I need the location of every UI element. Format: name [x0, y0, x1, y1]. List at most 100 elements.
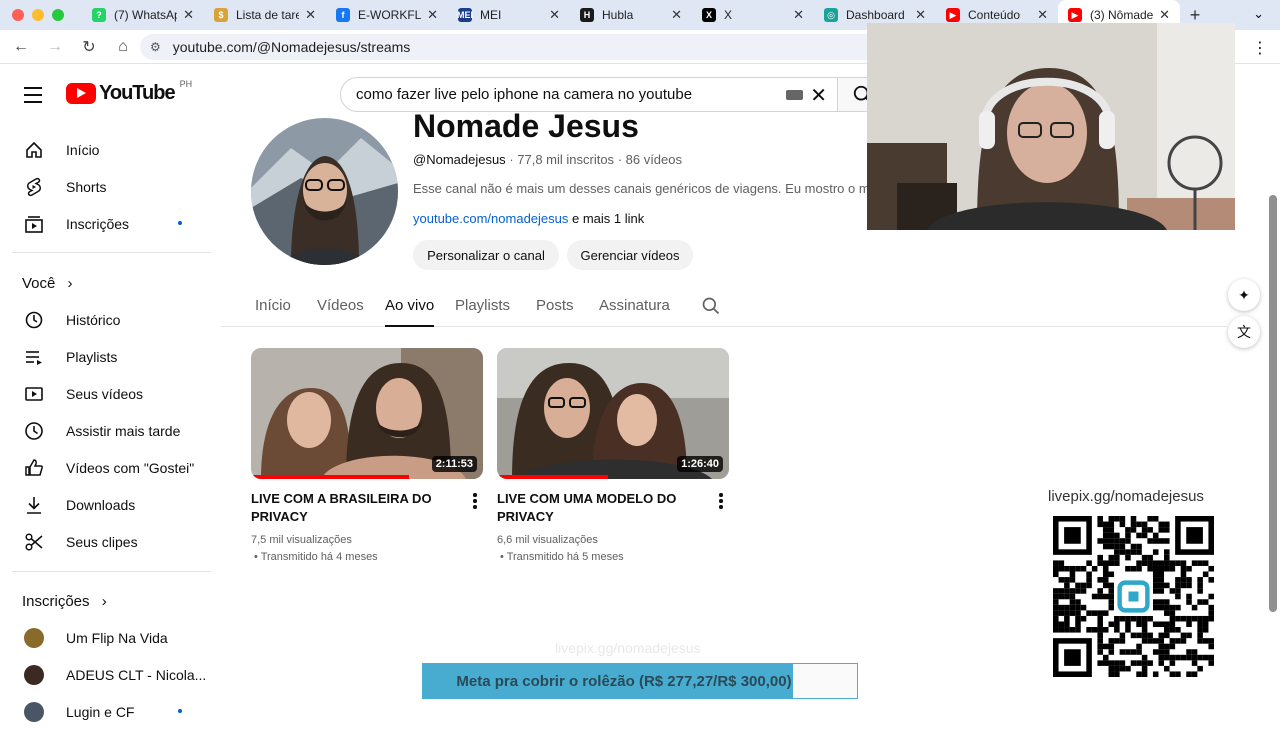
subscription-item[interactable]: ADEUS CLT - Nicola...: [0, 656, 212, 693]
browser-tab[interactable]: f E-WORKFLOW ✕: [326, 0, 448, 30]
video-views: 7,5 mil visualizações: [251, 534, 352, 546]
sidebar-item[interactable]: Início: [0, 131, 212, 168]
subscriber-count: · 77,8 mil inscritos: [509, 152, 615, 167]
subscription-label: Um Flip Na Vida: [66, 629, 168, 646]
browser-tab[interactable]: MEI MEI ✕: [448, 0, 570, 30]
channel-tab[interactable]: Posts: [536, 288, 574, 327]
sidebar-item[interactable]: Shorts: [0, 168, 212, 205]
close-tab-icon[interactable]: ✕: [671, 7, 682, 23]
channel-tab[interactable]: Início: [255, 288, 291, 327]
video-count: · 86 vídeos: [617, 152, 683, 167]
watch-later-icon: [24, 421, 44, 441]
channel-link[interactable]: youtube.com/nomadejesus: [413, 211, 568, 226]
subscriptions-section-heading[interactable]: Inscrições ›: [22, 593, 107, 610]
close-tab-icon[interactable]: ✕: [915, 7, 926, 23]
chevron-right-icon: ›: [101, 593, 107, 610]
browser-tab[interactable]: H Hubla ✕: [570, 0, 692, 30]
channel-meta: @Nomadejesus · 77,8 mil inscritos · 86 v…: [413, 152, 682, 167]
channel-description[interactable]: Esse canal não é mais um desses canais g…: [413, 181, 868, 196]
scrollbar-thumb[interactable]: [1269, 195, 1277, 612]
video-thumbnail[interactable]: 1:26:40: [497, 348, 729, 479]
channel-avatar-small: [24, 701, 44, 722]
sidebar-item-label: Seus vídeos: [66, 385, 144, 402]
keyboard-icon[interactable]: [786, 90, 803, 100]
close-tab-icon[interactable]: ✕: [793, 7, 804, 23]
tab-favicon-icon: ◎: [824, 8, 838, 22]
sidebar-divider: [12, 252, 211, 253]
video-more-options-icon[interactable]: [719, 493, 723, 511]
close-tab-icon[interactable]: ✕: [549, 7, 560, 23]
browser-tab[interactable]: X X ✕: [692, 0, 814, 30]
sidebar-item[interactable]: Seus vídeos: [0, 375, 212, 412]
search-query-text: como fazer live pelo iphone na camera no…: [356, 86, 693, 103]
subscription-label: ADEUS CLT - Nicola...: [66, 666, 207, 683]
browser-menu-icon[interactable]: ⋮: [1252, 38, 1268, 58]
subscription-item[interactable]: Um Flip Na Vida: [0, 619, 212, 656]
video-title[interactable]: LIVE COM A BRASILEIRA DO PRIVACY: [251, 490, 446, 526]
ai-sparkle-icon[interactable]: ✦: [1228, 279, 1260, 311]
subscriptions-heading-label: Inscrições: [22, 593, 90, 610]
sidebar-item[interactable]: Vídeos com "Gostei": [0, 449, 212, 486]
history-icon: [24, 310, 44, 330]
webcam-image: [867, 23, 1235, 230]
channel-avatar-small: [24, 664, 44, 685]
channel-tab[interactable]: Assinatura: [599, 288, 670, 327]
channel-search-icon[interactable]: [701, 296, 721, 316]
video-more-options-icon[interactable]: [473, 493, 477, 511]
sidebar-item[interactable]: Assistir mais tarde: [0, 412, 212, 449]
channel-name: Nomade Jesus: [413, 108, 639, 144]
tab-title: E-WORKFLOW: [358, 8, 422, 22]
tab-title: MEI: [480, 8, 502, 22]
sidebar-item[interactable]: Histórico: [0, 301, 212, 338]
sidebar-item-label: Seus clipes: [66, 533, 138, 550]
video-age: • Transmitido há 5 meses: [500, 551, 624, 563]
channel-tab[interactable]: Ao vivo: [385, 288, 435, 327]
subscriptions-icon: [24, 214, 44, 234]
more-links-button[interactable]: e mais 1 link: [572, 211, 644, 226]
tab-title: Hubla: [602, 8, 634, 22]
manage-videos-button[interactable]: Gerenciar vídeos: [567, 240, 693, 270]
sidebar-item[interactable]: Playlists: [0, 338, 212, 375]
watch-progress-bar: [251, 475, 409, 479]
video-title[interactable]: LIVE COM UMA MODELO DO PRIVACY: [497, 490, 692, 526]
close-tab-icon[interactable]: ✕: [305, 7, 316, 23]
download-icon: [24, 495, 44, 515]
subscription-item[interactable]: Lugin e CF: [0, 693, 212, 730]
close-tab-icon[interactable]: ✕: [1159, 7, 1170, 23]
watch-progress-bar: [497, 475, 609, 479]
chevron-right-icon: ›: [67, 275, 73, 292]
donation-goal-bar: Meta pra cobrir o rolêzão (R$ 277,27/R$ …: [422, 663, 858, 699]
browser-tab[interactable]: $ Lista de tarefas ✕: [204, 0, 326, 30]
tab-search-chevron-icon[interactable]: ⌄: [1253, 6, 1264, 22]
sidebar-item-label: Início: [66, 141, 100, 158]
sidebar-item[interactable]: Inscrições: [0, 205, 212, 242]
translate-icon[interactable]: 文: [1228, 316, 1260, 348]
tab-title: (3) Nômade: [1090, 8, 1154, 22]
tab-title: Dashboard: [846, 8, 905, 22]
tab-favicon-icon: X: [702, 8, 716, 22]
tab-title: X: [724, 8, 733, 22]
sidebar-item[interactable]: Downloads: [0, 486, 212, 523]
channel-avatar-small: [24, 627, 44, 648]
clear-search-icon[interactable]: ✕: [810, 83, 827, 108]
like-icon: [24, 458, 44, 478]
tab-favicon-icon: ▶: [1068, 8, 1082, 22]
webcam-overlay: [867, 23, 1235, 230]
close-tab-icon[interactable]: ✕: [427, 7, 438, 23]
tab-favicon-icon: ▶: [946, 8, 960, 22]
sidebar-item-label: Shorts: [66, 178, 107, 195]
customize-channel-button[interactable]: Personalizar o canal: [413, 240, 559, 270]
close-tab-icon[interactable]: ✕: [1037, 7, 1048, 23]
you-section-heading[interactable]: Você ›: [22, 275, 73, 292]
video-thumbnail[interactable]: 2:11:53: [251, 348, 483, 479]
channel-avatar[interactable]: [251, 118, 398, 265]
tab-favicon-icon: f: [336, 8, 350, 22]
channel-tab[interactable]: Vídeos: [317, 288, 364, 327]
scissors-icon: [24, 532, 44, 552]
tab-title: Lista de tarefas: [236, 8, 300, 22]
sidebar-divider: [12, 571, 211, 572]
tab-favicon-icon: MEI: [457, 8, 474, 22]
sidebar-item[interactable]: Seus clipes: [0, 523, 212, 560]
channel-tab[interactable]: Playlists: [455, 288, 510, 327]
sidebar-item-label: Inscrições: [66, 215, 130, 232]
